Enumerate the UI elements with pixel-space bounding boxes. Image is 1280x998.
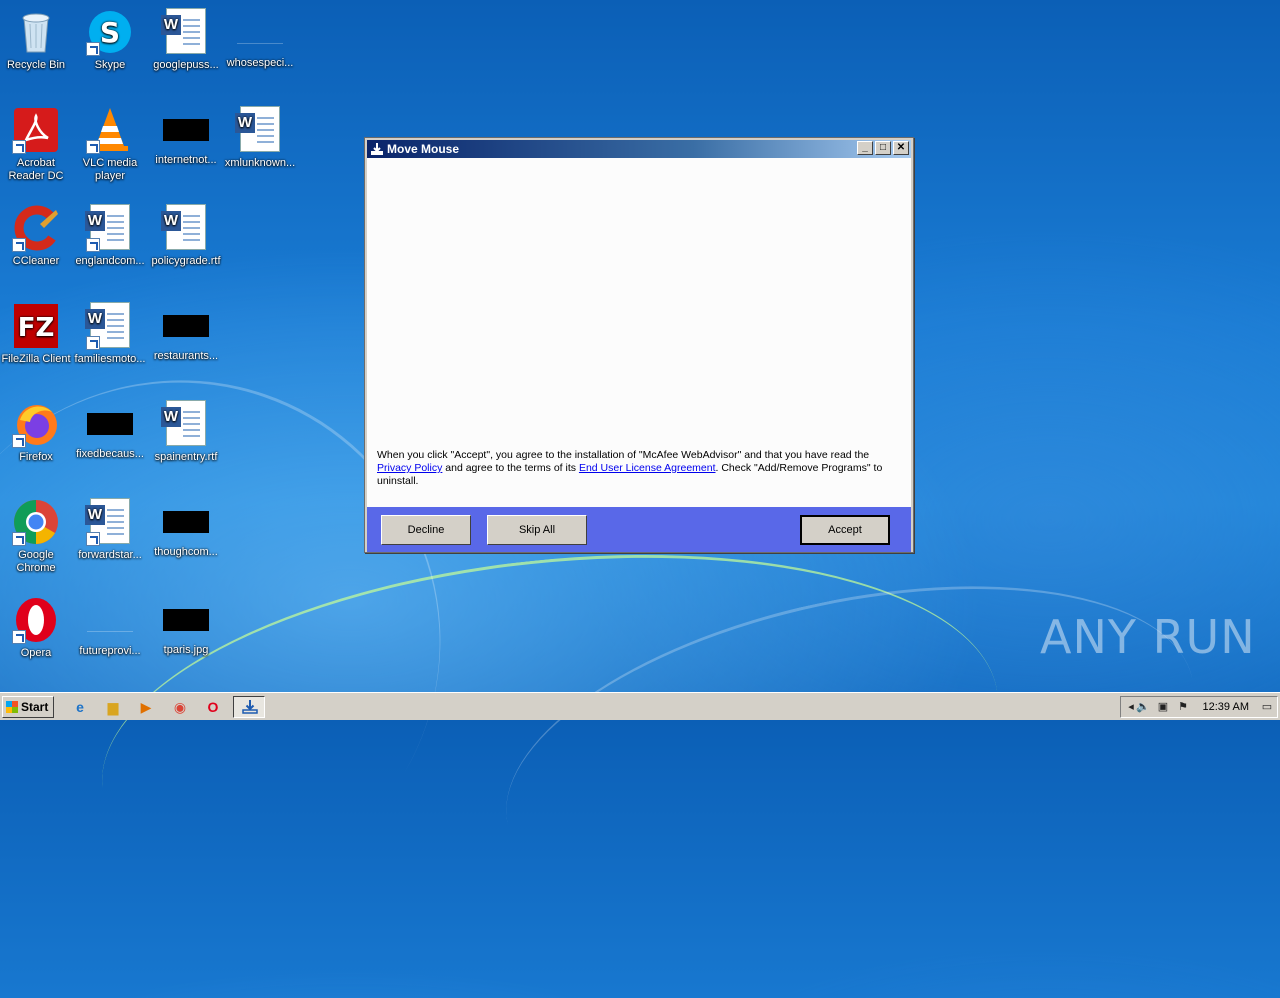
desktop-icon-xmlunknown[interactable]: W xmlunknown...	[222, 106, 298, 170]
desktop-icon-ccleaner[interactable]: CCleaner	[0, 204, 74, 268]
folder-icon: ▆	[107, 699, 119, 715]
desktop-icon-futureprovi[interactable]: futureprovi...	[72, 596, 148, 658]
media-player-icon: ▶	[140, 699, 152, 715]
desktop-icon-internetnot[interactable]: internetnot...	[148, 106, 224, 167]
maximize-icon: □	[879, 142, 887, 153]
word-document-icon: W	[235, 106, 284, 154]
file-thumbnail-icon	[163, 511, 209, 533]
agreement-text: When you click "Accept", you agree to th…	[377, 449, 883, 487]
acrobat-icon	[12, 106, 60, 154]
opera-icon	[12, 596, 60, 644]
vlc-icon	[86, 106, 134, 154]
show-desktop-icon[interactable]: ▭	[1259, 699, 1275, 715]
word-document-icon: W	[85, 302, 134, 350]
quicklaunch-explorer[interactable]: ▆	[103, 697, 123, 717]
word-document-icon: W	[85, 204, 134, 252]
skip-all-button[interactable]: Skip All	[487, 515, 587, 545]
quicklaunch-media-player[interactable]: ▶	[136, 697, 156, 717]
file-thumbnail-icon	[163, 119, 209, 141]
desktop-icon-acrobat[interactable]: Acrobat Reader DC	[0, 106, 74, 183]
quicklaunch-chrome[interactable]: ◉	[170, 697, 190, 717]
desktop-icon-tparis[interactable]: tparis.jpg	[148, 596, 224, 657]
file-thumbnail-icon	[87, 609, 133, 632]
dialog-titlebar[interactable]: Move Mouse _ □ ✕	[367, 140, 911, 158]
opera-icon: O	[207, 699, 219, 715]
word-document-icon: W	[85, 498, 134, 546]
desktop-icon-opera[interactable]: Opera	[0, 596, 74, 660]
download-arrow-icon	[242, 699, 258, 720]
file-thumbnail-icon	[163, 609, 209, 631]
maximize-button[interactable]: □	[875, 141, 891, 155]
desktop-icon-policygrade[interactable]: W policygrade.rtf	[148, 204, 224, 268]
desktop-icon-filezilla[interactable]: FZ FileZilla Client	[0, 302, 74, 366]
internet-explorer-icon: e	[76, 699, 84, 715]
system-tray: ◂ 🔈 ▣ ⚑ 12:39 AM ▭	[1120, 696, 1278, 718]
start-button[interactable]: Start	[2, 696, 54, 718]
taskbar: Start e ▆ ▶ ◉ O ◂ 🔈 ▣ ⚑ 12:39 AM ▭	[0, 692, 1280, 720]
filezilla-icon: FZ	[12, 302, 60, 350]
desktop-icon-thoughcom[interactable]: thoughcom...	[148, 498, 224, 559]
file-thumbnail-icon	[163, 315, 209, 337]
desktop-icon-restaurants[interactable]: restaurants...	[148, 302, 224, 363]
recycle-bin-icon	[12, 8, 60, 56]
volume-icon[interactable]: 🔈	[1135, 699, 1151, 715]
svg-text:FZ: FZ	[18, 313, 55, 343]
firefox-icon	[12, 400, 60, 448]
minimize-icon: _	[862, 142, 868, 153]
taskbar-item-move-mouse[interactable]	[233, 696, 265, 718]
word-document-icon: W	[161, 8, 210, 56]
word-document-icon: W	[161, 204, 210, 252]
desktop-icon-whosespeci[interactable]: whosespeci...	[222, 8, 298, 70]
dialog-button-bar: Decline Skip All Accept	[367, 507, 911, 552]
close-icon: ✕	[896, 142, 906, 153]
download-arrow-icon	[370, 142, 384, 156]
desktop-icon-chrome[interactable]: Google Chrome	[0, 498, 74, 575]
eula-link[interactable]: End User License Agreement	[579, 462, 716, 474]
clock[interactable]: 12:39 AM	[1203, 697, 1249, 717]
dialog-content: When you click "Accept", you agree to th…	[367, 158, 911, 507]
dialog-title: Move Mouse	[387, 142, 460, 156]
desktop-icon-englandcom[interactable]: W englandcom...	[72, 204, 148, 268]
anyrun-watermark: ANY RUN	[1040, 610, 1256, 664]
desktop-icon-spainentry[interactable]: W spainentry.rtf	[148, 400, 224, 464]
decline-button[interactable]: Decline	[381, 515, 471, 545]
quicklaunch-ie[interactable]: e	[70, 697, 90, 717]
file-thumbnail-icon	[237, 21, 283, 44]
word-document-icon: W	[161, 400, 210, 448]
network-icon[interactable]: ▣	[1155, 699, 1171, 715]
desktop-icon-firefox[interactable]: Firefox	[0, 400, 74, 464]
quicklaunch-opera[interactable]: O	[203, 697, 223, 717]
desktop-icon-vlc[interactable]: VLC media player	[72, 106, 148, 183]
desktop-icon-forwardstar[interactable]: W forwardstar...	[72, 498, 148, 562]
ccleaner-icon	[12, 204, 60, 252]
desktop-icon-skype[interactable]: S Skype	[72, 8, 148, 72]
desktop-icon-familiesmoto[interactable]: W familiesmoto...	[72, 302, 148, 366]
privacy-policy-link[interactable]: Privacy Policy	[377, 462, 442, 474]
chrome-icon	[12, 498, 60, 546]
action-center-flag-icon[interactable]: ⚑	[1175, 699, 1191, 715]
desktop-icon-googlepuss[interactable]: W googlepuss...	[148, 8, 224, 72]
desktop-icon-fixedbecaus[interactable]: fixedbecaus...	[72, 400, 148, 461]
installer-dialog: Move Mouse _ □ ✕ When you click "Accept"…	[364, 137, 914, 553]
minimize-button[interactable]: _	[857, 141, 873, 155]
accept-button[interactable]: Accept	[800, 515, 890, 545]
file-thumbnail-icon	[87, 413, 133, 435]
desktop-icon-recycle-bin[interactable]: Recycle Bin	[0, 8, 74, 72]
close-button[interactable]: ✕	[893, 141, 909, 155]
windows-logo-icon	[6, 701, 18, 713]
chrome-icon: ◉	[173, 699, 187, 715]
svg-text:S: S	[100, 16, 120, 49]
skype-icon: S	[86, 8, 134, 56]
